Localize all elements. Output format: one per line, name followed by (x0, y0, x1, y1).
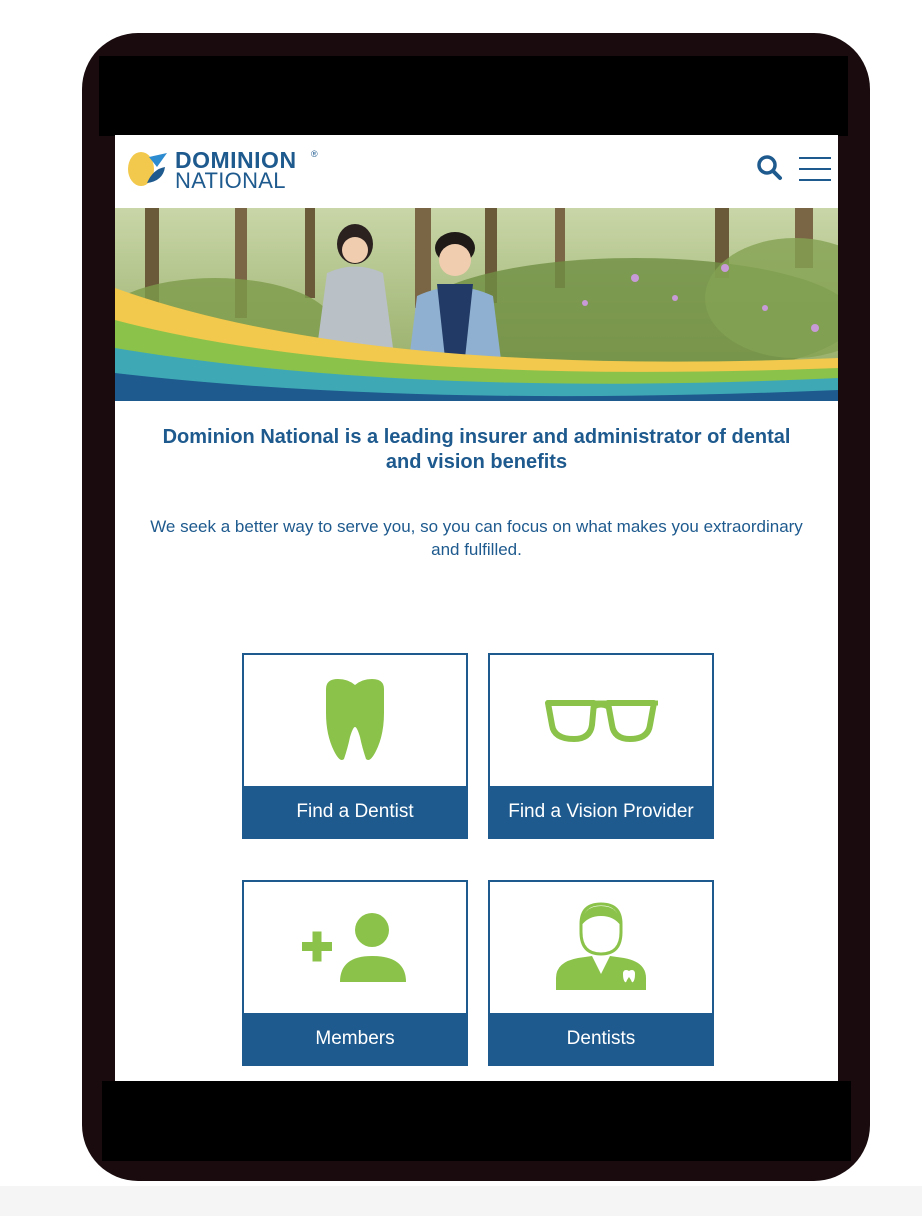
site-header: DOMINION ® NATIONAL (115, 135, 838, 208)
page-bottom-strip (0, 1186, 922, 1216)
dentist-icon (556, 902, 646, 990)
add-member-icon (302, 913, 406, 982)
tile-icon-area (244, 655, 466, 787)
tile-label: Find a Vision Provider (490, 786, 712, 837)
tile-icon-area (490, 882, 712, 1014)
tile-label: Find a Dentist (244, 786, 466, 837)
bottom-black-bar (102, 1081, 851, 1161)
logo-word-national: NATIONAL (175, 168, 286, 193)
hamburger-icon (799, 157, 831, 181)
tile-label: Dentists (490, 1013, 712, 1064)
device-frame: DOMINION ® NATIONAL Dominion National is… (82, 33, 870, 1181)
tile-icon-area (244, 882, 466, 1014)
tile-icon-area (490, 655, 712, 787)
hero-illustration (115, 208, 838, 401)
search-icon (757, 155, 782, 180)
tile-find-a-vision-provider[interactable]: Find a Vision Provider (488, 653, 714, 839)
logo-mark-icon (128, 152, 167, 186)
tile-members[interactable]: Members (242, 880, 468, 1066)
phone-screen: DOMINION ® NATIONAL Dominion National is… (115, 135, 838, 1081)
logo[interactable]: DOMINION ® NATIONAL (127, 147, 327, 193)
tile-find-a-dentist[interactable]: Find a Dentist (242, 653, 468, 839)
intro-text: We seek a better way to serve you, so yo… (150, 517, 803, 559)
tile-label: Members (244, 1013, 466, 1064)
tooth-icon (326, 679, 384, 760)
tile-dentists[interactable]: Dentists (488, 880, 714, 1066)
menu-button[interactable] (797, 153, 833, 185)
headline: Dominion National is a leading insurer a… (162, 426, 791, 473)
logo-registered-mark: ® (311, 149, 318, 159)
hero-image (115, 208, 838, 401)
glasses-icon (545, 700, 658, 742)
top-black-bar (99, 56, 848, 136)
search-button[interactable] (755, 153, 787, 185)
